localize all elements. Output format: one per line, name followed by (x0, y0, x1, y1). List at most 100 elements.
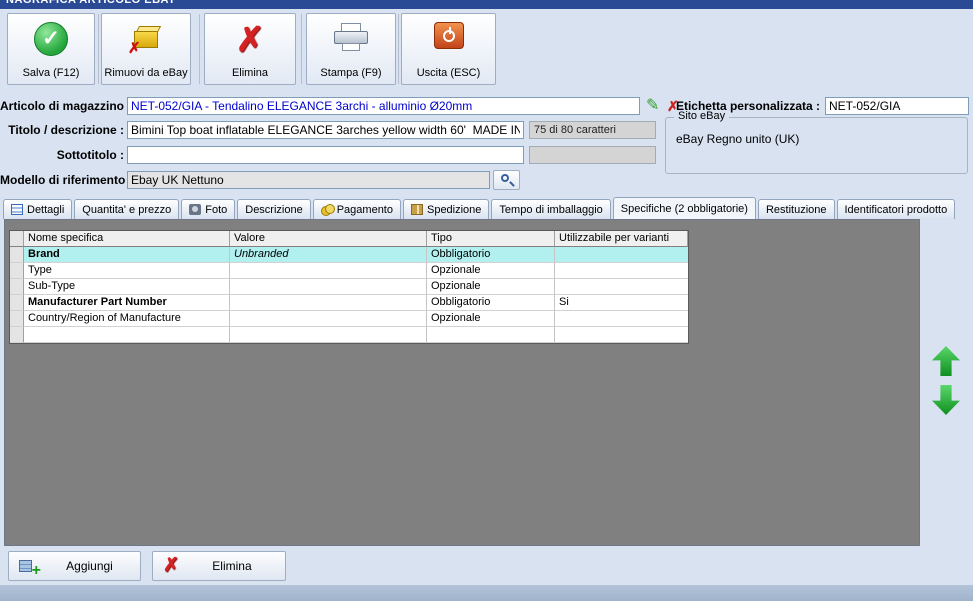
tab[interactable]: Dettagli (3, 199, 73, 219)
sottotitolo-label: Sottotitolo : (56, 148, 124, 162)
cell-tipo[interactable]: Opzionale (427, 263, 555, 279)
delete-button[interactable]: Elimina (204, 13, 296, 85)
tab[interactable]: Pagamento (312, 199, 401, 219)
table-row[interactable]: Type Opzionale (10, 263, 688, 279)
tab[interactable]: Descrizione (237, 199, 311, 219)
tab-strip: Dettagli Quantita' e prezzo Foto Descrizion… (3, 197, 957, 219)
edit-pencil-icon[interactable] (646, 97, 659, 115)
row-selector[interactable] (10, 279, 24, 295)
cell-valore[interactable]: Unbranded (230, 247, 427, 263)
sito-ebay-groupbox: Sito eBay eBay Regno unito (UK) (665, 110, 968, 174)
titolo-char-counter: 75 di 80 caratteri (529, 121, 656, 139)
save-button-label: Salva (F12) (22, 67, 80, 79)
delete-spec-button[interactable]: Elimina (152, 551, 286, 581)
titolo-input[interactable] (127, 121, 524, 139)
row-selector[interactable] (10, 295, 24, 311)
cell-tipo[interactable]: Opzionale (427, 279, 555, 295)
tab[interactable]: Tempo di imballaggio (491, 199, 611, 219)
tab-label: Identificatori prodotto (844, 203, 948, 216)
cell-tipo[interactable]: Obbligatorio (427, 295, 555, 311)
modello-input[interactable] (127, 171, 490, 189)
toolbar-separator (199, 14, 200, 84)
details-icon (11, 204, 23, 215)
modello-search-button[interactable] (493, 170, 520, 190)
cell-valore[interactable] (230, 263, 427, 279)
tab[interactable]: Identificatori prodotto (836, 199, 956, 219)
cell-varianti[interactable] (555, 311, 688, 327)
cell-nome-specifica[interactable]: Manufacturer Part Number (24, 295, 230, 311)
sito-ebay-group-title: Sito eBay (674, 110, 730, 122)
remove-from-ebay-button[interactable]: Rimuovi da eBay (101, 13, 191, 85)
sito-ebay-value: eBay Regno unito (UK) (676, 132, 800, 146)
tab[interactable]: Specifiche (2 obbligatorie) (612, 197, 756, 219)
toolbar-separator (398, 14, 399, 84)
spec-table: Nome specifica Valore Tipo Utilizzabile … (9, 230, 689, 344)
cell-tipo[interactable]: Opzionale (427, 311, 555, 327)
save-button[interactable]: Salva (F12) (7, 13, 95, 85)
search-icon (500, 173, 515, 187)
add-plus-icon (19, 557, 39, 575)
cell-varianti[interactable] (555, 263, 688, 279)
save-check-icon (34, 22, 68, 56)
add-spec-button[interactable]: Aggiungi (8, 551, 141, 581)
move-up-arrow-button[interactable] (932, 346, 960, 376)
table-row[interactable]: Country/Region of Manufacture Opzionale (10, 311, 688, 327)
modello-label: Modello di riferimento : (0, 173, 133, 187)
cell-tipo[interactable]: Obbligatorio (427, 247, 555, 263)
cell-varianti[interactable] (555, 327, 688, 343)
articolo-label: Articolo di magazzino : (0, 99, 132, 113)
cell-nome-specifica[interactable] (24, 327, 230, 343)
tab-label: Quantita' e prezzo (82, 203, 172, 216)
bottom-strip (0, 585, 973, 601)
toolbar-separator (98, 14, 99, 84)
table-row[interactable] (10, 327, 688, 343)
articolo-input[interactable] (127, 97, 640, 115)
cell-nome-specifica[interactable]: Type (24, 263, 230, 279)
cell-valore[interactable] (230, 295, 427, 311)
tab[interactable]: Spedizione (402, 199, 490, 219)
tab[interactable]: Quantita' e prezzo (74, 199, 180, 219)
table-row[interactable]: Sub-Type Opzionale (10, 279, 688, 295)
cell-valore[interactable] (230, 311, 427, 327)
tab-label: Foto (205, 203, 228, 216)
cell-valore[interactable] (230, 327, 427, 343)
etichetta-input[interactable] (825, 97, 969, 115)
toolbar-separator (301, 14, 302, 84)
table-row[interactable]: Manufacturer Part Number Obbligatorio Si (10, 295, 688, 311)
specifiche-panel: Nome specifica Valore Tipo Utilizzabile … (4, 219, 920, 546)
title-bar: NAGRAFICA ARTICOLO EBAY (0, 0, 973, 9)
table-row[interactable]: Brand Unbranded Obbligatorio (10, 247, 688, 263)
delete-x-small-icon (163, 556, 179, 576)
header-nome-specifica: Nome specifica (24, 231, 230, 247)
header-varianti: Utilizzabile per varianti (555, 231, 688, 247)
titolo-label: Titolo / descrizione : (8, 123, 124, 137)
cell-nome-specifica[interactable]: Sub-Type (24, 279, 230, 295)
cell-varianti[interactable] (555, 279, 688, 295)
tab[interactable]: Foto (181, 199, 236, 219)
row-selector[interactable] (10, 247, 24, 263)
printer-icon (332, 22, 370, 54)
row-selector[interactable] (10, 327, 24, 343)
cell-nome-specifica[interactable]: Country/Region of Manufacture (24, 311, 230, 327)
shipping-icon (410, 204, 423, 215)
sottotitolo-input[interactable] (127, 146, 524, 164)
cell-tipo[interactable] (427, 327, 555, 343)
row-selector[interactable] (10, 263, 24, 279)
cell-varianti[interactable] (555, 247, 688, 263)
move-down-arrow-button[interactable] (932, 385, 960, 415)
anagrafica-articolo-ebay-window: NAGRAFICA ARTICOLO EBAY Salva (F12) Rimu… (0, 0, 973, 601)
exit-power-icon (433, 22, 464, 49)
tab-label: Specifiche (2 obbligatorie) (620, 202, 748, 215)
row-selector[interactable] (10, 311, 24, 327)
exit-button-label: Uscita (ESC) (416, 67, 481, 79)
print-button[interactable]: Stampa (F9) (306, 13, 396, 85)
delete-button-label: Elimina (231, 67, 269, 79)
cell-valore[interactable] (230, 279, 427, 295)
tab-label: Restituzione (765, 203, 827, 216)
cell-varianti[interactable]: Si (555, 295, 688, 311)
remove-from-ebay-icon (130, 22, 162, 56)
cell-nome-specifica[interactable]: Brand (24, 247, 230, 263)
tab[interactable]: Restituzione (757, 199, 835, 219)
header-valore: Valore (230, 231, 427, 247)
exit-button[interactable]: Uscita (ESC) (401, 13, 496, 85)
